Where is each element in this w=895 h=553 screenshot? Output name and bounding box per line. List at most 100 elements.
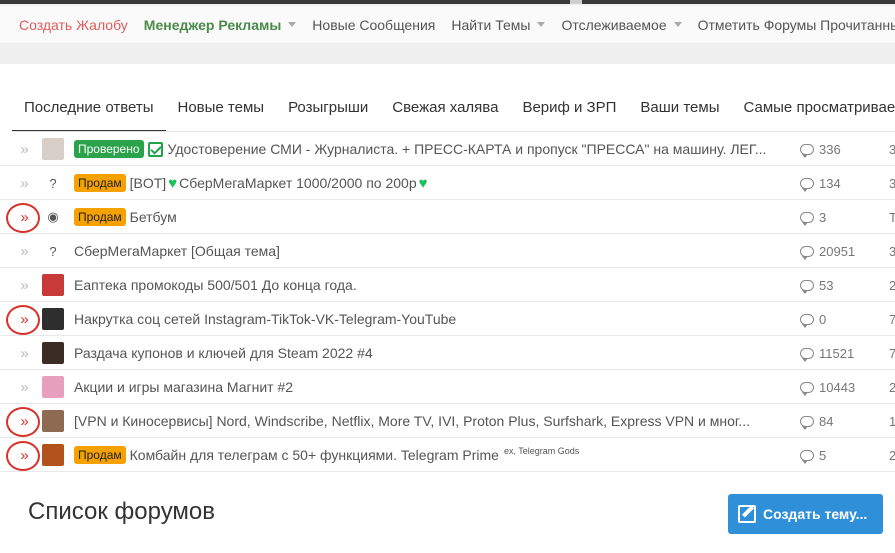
thread-title[interactable]: Накрутка соц сетей Instagram-TikTok-VK-T… [74, 311, 456, 327]
unknown-avatar[interactable]: ? [42, 240, 64, 262]
tab[interactable]: Самые просматриваемые [732, 84, 895, 131]
thread-title-wrap: Еаптека промокоды 500/501 До конца года. [74, 268, 784, 302]
thread-row[interactable]: » Накрутка соц сетей Instagram-TikTok-VK-… [0, 302, 895, 336]
top-strip-segment [0, 0, 570, 4]
tab[interactable]: Новые темы [166, 84, 277, 131]
truncated-column-value: 2 [889, 277, 895, 293]
thread-prefix-badge[interactable]: Проверено [74, 140, 144, 158]
double-chevron-icon: » [20, 378, 29, 396]
truncated-column-value: 2 [889, 379, 895, 395]
nav-item[interactable]: Создать Жалобу [0, 6, 136, 43]
reply-count: 5 [800, 438, 826, 472]
dark-photo-avatar[interactable] [42, 308, 64, 330]
thread-title[interactable]: Удостоверение СМИ - Журналиста. + ПРЕСС-… [168, 141, 767, 157]
truncated-column-value: 3 [889, 175, 895, 191]
cat-avatar[interactable] [42, 138, 64, 160]
unread-indicator[interactable]: » [6, 441, 40, 471]
tab[interactable]: Вериф и ЗРП [510, 84, 628, 131]
unread-ring [6, 305, 40, 335]
thread-row[interactable]: »? СберМегаМаркет [Общая тема] 20951 3 [0, 234, 895, 268]
read-indicator[interactable]: » [6, 271, 40, 299]
thread-row[interactable]: »? Продам [BOT] ♥ СберМегаМаркет 1000/2000… [0, 166, 895, 200]
thread-title[interactable]: СберМегаМаркет [Общая тема] [74, 243, 280, 259]
thread-row[interactable]: » Акции и игры магазина Магнит #2 10443 2 [0, 370, 895, 404]
thread-row[interactable]: » Продам Комбайн для телеграм с 50+ функци… [0, 438, 895, 472]
reply-count: 134 [800, 166, 841, 200]
sunset-avatar[interactable] [42, 444, 64, 466]
unread-indicator[interactable]: » [6, 305, 40, 335]
thread-title[interactable]: Еаптека промокоды 500/501 До конца года. [74, 277, 357, 293]
reply-count: 0 [800, 302, 826, 336]
thread-title-wrap: Накрутка соц сетей Instagram-TikTok-VK-T… [74, 302, 784, 336]
nav-item[interactable]: Отслеживаемое [553, 6, 689, 43]
forums-heading: Список форумов [28, 498, 216, 525]
double-chevron-icon: » [20, 174, 29, 192]
reply-count: 336 [800, 132, 841, 166]
reply-count: 3 [800, 200, 826, 234]
truncated-column-value: 1 [889, 413, 895, 429]
green-heart-icon: ♥ [168, 174, 178, 192]
thread-title[interactable]: [BOT] [130, 175, 167, 191]
nav-item[interactable]: Отметить Форумы Прочитанными [690, 6, 895, 43]
truncated-column-value: 3 [889, 243, 895, 259]
thread-title[interactable]: Комбайн для телеграм с 50+ функциями. Te… [130, 447, 499, 463]
avatar-glyph: ◉ [47, 209, 59, 224]
tab[interactable]: Свежая халява [380, 84, 510, 131]
thread-title-wrap: Продам [BOT] ♥ СберМегаМаркет 1000/2000 п… [74, 166, 784, 200]
comment-icon [800, 313, 814, 328]
unread-ring [6, 203, 40, 233]
checkbox-checked-icon [147, 141, 163, 157]
truncated-column-value: T [889, 209, 895, 225]
read-indicator[interactable]: » [6, 169, 40, 197]
logo-avatar[interactable]: ◉ [42, 206, 64, 228]
thread-prefix-badge[interactable]: Продам [74, 446, 126, 464]
thread-title-wrap: СберМегаМаркет [Общая тема] [74, 234, 784, 268]
comment-icon [800, 347, 814, 362]
thread-title-wrap: Продам Комбайн для телеграм с 50+ функция… [74, 438, 784, 472]
character-avatar[interactable] [42, 342, 64, 364]
thread-prefix-badge[interactable]: Продам [74, 174, 126, 192]
thread-title[interactable]: Раздача купонов и ключей для Steam 2022 … [74, 345, 373, 361]
thread-title-wrap: Акции и игры магазина Магнит #2 [74, 370, 784, 404]
comment-icon [800, 245, 814, 260]
thread-title[interactable]: Бетбум [130, 209, 177, 225]
thread-title[interactable]: [VPN и Киносервисы] Nord, Windscribe, Ne… [74, 413, 750, 429]
chevron-down-icon [288, 22, 297, 27]
top-strip-segment [582, 0, 895, 4]
unknown-avatar[interactable]: ? [42, 172, 64, 194]
avatar-glyph: ? [49, 175, 57, 191]
read-indicator[interactable]: » [6, 237, 40, 265]
reply-count: 10443 [800, 370, 855, 404]
unread-indicator[interactable]: » [6, 407, 40, 437]
read-indicator[interactable]: » [6, 339, 40, 367]
nav-item[interactable]: Найти Темы [443, 6, 553, 43]
create-thread-button[interactable]: Создать тему... [728, 494, 883, 534]
thread-title[interactable]: Акции и игры магазина Магнит #2 [74, 379, 293, 395]
flowers-avatar[interactable] [42, 376, 64, 398]
octopus-avatar[interactable] [42, 274, 64, 296]
nav-item-label: Найти Темы [451, 16, 531, 33]
collage-avatar[interactable] [42, 410, 64, 432]
reply-count-value: 20951 [819, 243, 856, 259]
thread-row[interactable]: » Раздача купонов и ключей для Steam 2022… [0, 336, 895, 370]
read-indicator[interactable]: » [6, 135, 40, 163]
read-indicator[interactable]: » [6, 373, 40, 401]
truncated-column-value: 7 [889, 345, 895, 361]
thread-row[interactable]: » ◉ Продам Бетбум 3 T [0, 200, 895, 234]
thread-title-wrap: [VPN и Киносервисы] Nord, Windscribe, Ne… [74, 404, 784, 438]
tab[interactable]: Последние ответы [12, 84, 166, 131]
thread-row[interactable]: » Еаптека промокоды 500/501 До конца года… [0, 268, 895, 302]
nav-item-label: Новые Сообщения [312, 16, 436, 33]
tab[interactable]: Ваши темы [628, 84, 731, 131]
unread-indicator[interactable]: » [6, 203, 40, 233]
reply-count-value: 0 [819, 311, 827, 327]
thread-title[interactable]: СберМегаМаркет 1000/2000 по 200р [179, 175, 417, 191]
thread-row[interactable]: » [VPN и Киносервисы] Nord, Windscribe, N… [0, 404, 895, 438]
nav-item[interactable]: Менеджер Рекламы [136, 6, 305, 43]
tab[interactable]: Розыгрыши [276, 84, 380, 131]
thread-tags: ex, Telegram Gods [503, 446, 580, 456]
reply-count-value: 10443 [819, 379, 856, 395]
nav-item[interactable]: Новые Сообщения [304, 6, 443, 43]
thread-prefix-badge[interactable]: Продам [74, 208, 126, 226]
thread-row[interactable]: » Проверено Удостоверение СМИ - Журналиста… [0, 132, 895, 166]
